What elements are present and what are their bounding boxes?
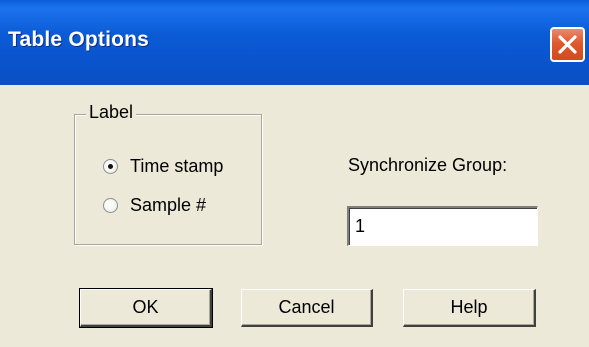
radio-sample-number[interactable]: Sample # <box>103 195 206 216</box>
help-button[interactable]: Help <box>403 289 536 327</box>
close-button[interactable] <box>550 27 585 62</box>
close-x-icon <box>558 35 577 54</box>
window-title: Table Options <box>8 28 150 51</box>
ok-button[interactable]: OK <box>79 288 213 328</box>
synchronize-group-label: Synchronize Group: <box>348 155 508 175</box>
radio-button-checked[interactable] <box>103 159 118 174</box>
radio-sample-number-label[interactable]: Sample # <box>130 195 206 216</box>
radio-button-unchecked[interactable] <box>103 198 118 213</box>
radio-time-stamp[interactable]: Time stamp <box>103 156 223 177</box>
cancel-button[interactable]: Cancel <box>241 289 373 327</box>
synchronize-group-input[interactable]: 1 <box>347 206 538 246</box>
label-groupbox <box>74 114 262 245</box>
label-groupbox-title: Label <box>86 100 137 124</box>
table-options-dialog: Table Options Label Time stamp Sample # … <box>0 0 589 347</box>
title-bar[interactable]: Table Options <box>0 0 589 85</box>
radio-time-stamp-label[interactable]: Time stamp <box>130 156 223 177</box>
